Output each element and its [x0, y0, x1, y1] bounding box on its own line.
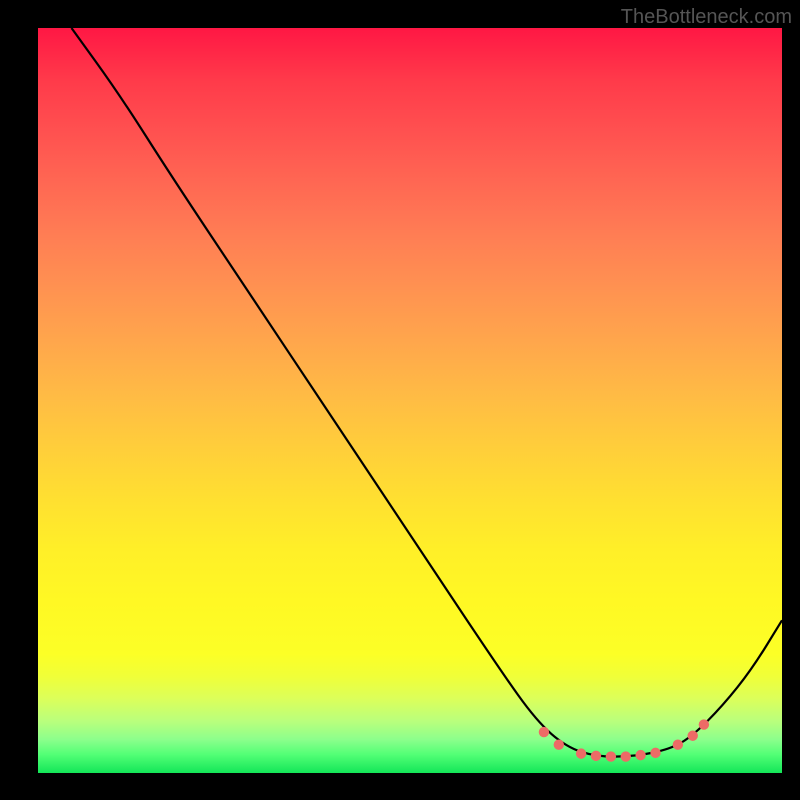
curve-marker: [621, 751, 631, 761]
curve-marker: [554, 739, 564, 749]
chart-plot-area: [38, 28, 782, 773]
curve-marker: [635, 750, 645, 760]
curve-line: [71, 28, 782, 757]
curve-marker: [673, 739, 683, 749]
curve-marker: [688, 731, 698, 741]
curve-marker: [591, 751, 601, 761]
curve-marker: [699, 719, 709, 729]
curve-marker: [539, 727, 549, 737]
curve-marker: [576, 748, 586, 758]
chart-svg: [38, 28, 782, 773]
curve-marker: [650, 748, 660, 758]
watermark-text: TheBottleneck.com: [621, 6, 792, 29]
curve-marker: [606, 751, 616, 761]
